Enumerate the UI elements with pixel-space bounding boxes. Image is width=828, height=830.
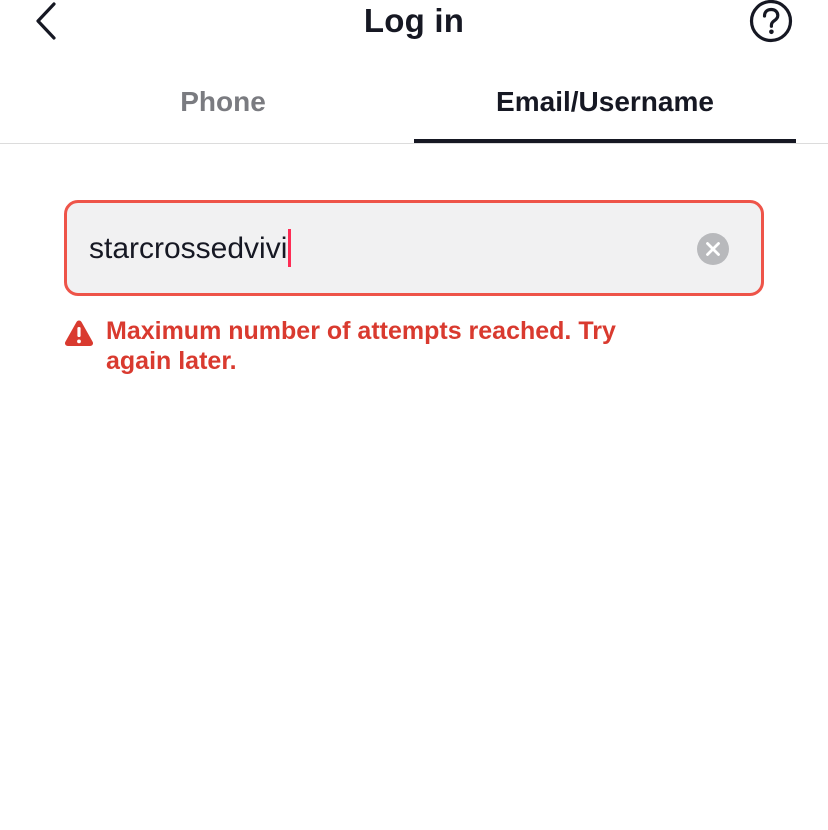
tab-email-username-label: Email/Username — [496, 86, 714, 117]
username-input-text[interactable]: starcrossedvivi — [89, 229, 292, 269]
active-tab-indicator — [414, 139, 796, 143]
error-text: Maximum number of attempts reached. Try … — [106, 317, 616, 375]
page-title: Log in — [363, 2, 465, 39]
help-button[interactable] — [748, 0, 794, 43]
clear-circle-icon — [697, 233, 729, 265]
username-value: starcrossedvivi — [89, 232, 288, 265]
clear-input-button[interactable] — [696, 232, 730, 266]
question-circle-icon — [749, 0, 793, 43]
username-input[interactable]: starcrossedvivi — [64, 200, 764, 296]
tab-phone[interactable]: Phone — [32, 76, 414, 144]
tab-email-username[interactable]: Email/Username — [414, 76, 796, 144]
login-method-tabs: Phone Email/Username — [0, 76, 828, 144]
tab-phone-label: Phone — [180, 86, 266, 117]
text-caret — [288, 229, 292, 268]
warning-triangle-icon — [64, 320, 94, 346]
header: Log in — [0, 0, 828, 44]
login-screen: Log in Phone Email/Username starcrossedv… — [0, 0, 828, 830]
